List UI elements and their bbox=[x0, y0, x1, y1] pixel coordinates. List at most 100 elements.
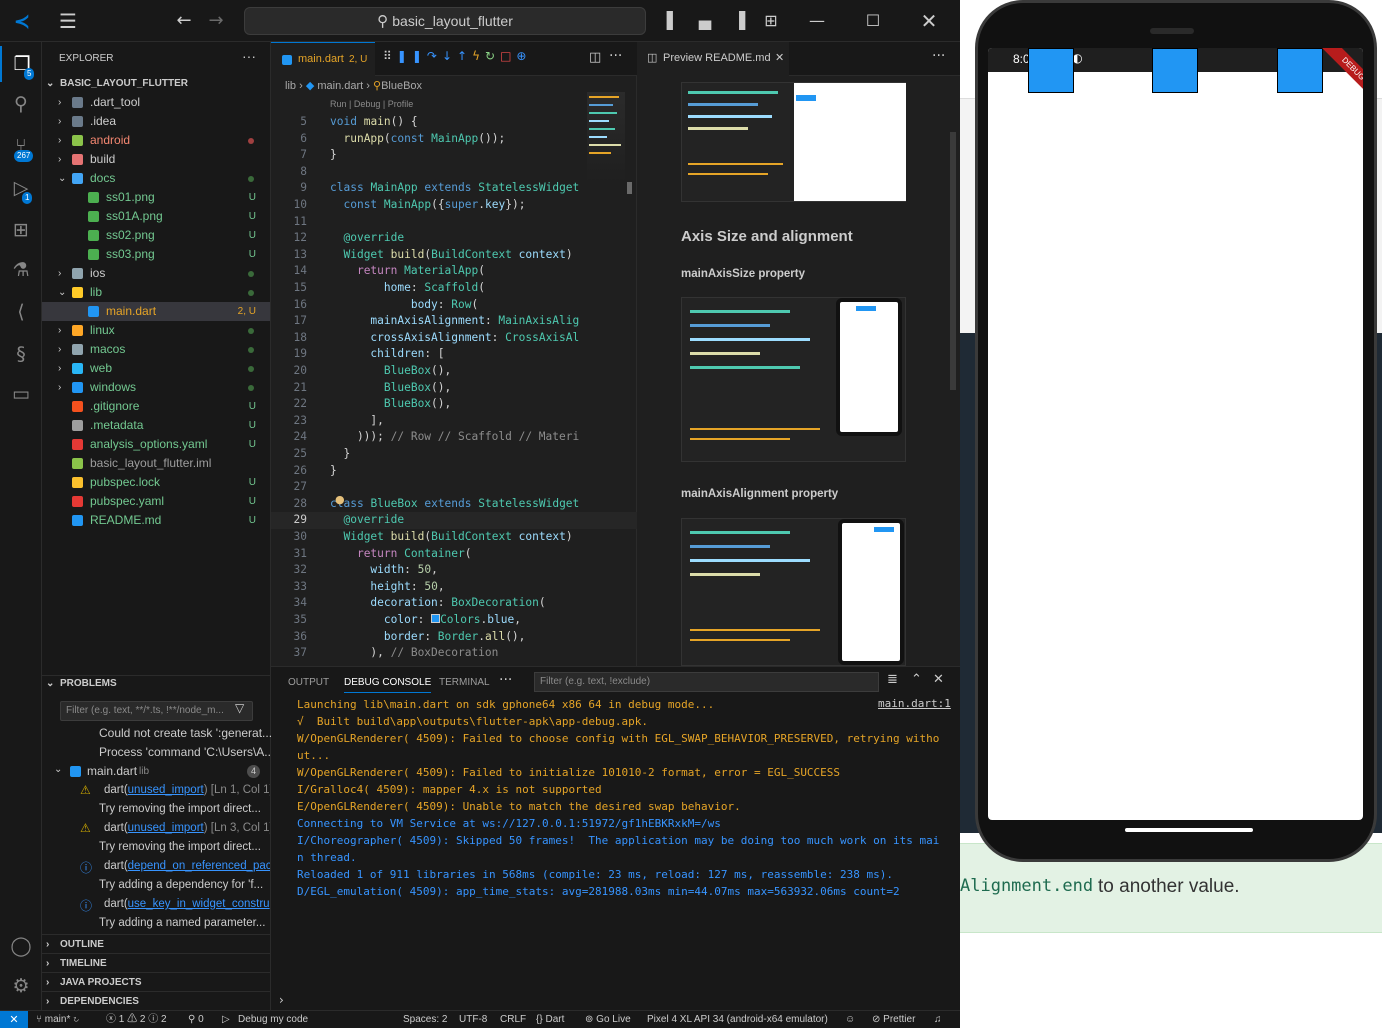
forward-icon[interactable]: → bbox=[204, 0, 228, 42]
code-line[interactable]: 31 return Container( bbox=[271, 546, 637, 563]
tree-item[interactable]: ss02.png U bbox=[42, 226, 270, 245]
flutter-icon[interactable]: ⟨ bbox=[0, 294, 42, 330]
tree-item[interactable]: › web bbox=[42, 359, 270, 378]
problem-row[interactable]: Try adding a dependency for 'f... bbox=[42, 877, 270, 896]
code-line[interactable]: 34 decoration: BoxDecoration( bbox=[271, 595, 637, 612]
step-out-icon[interactable]: ↑ bbox=[457, 49, 472, 63]
code-line[interactable]: 26} bbox=[271, 463, 637, 480]
maximize-panel-icon[interactable]: ⌃ bbox=[911, 672, 922, 687]
tree-item[interactable]: pubspec.yaml U bbox=[42, 492, 270, 511]
console-input-chevron-icon[interactable]: › bbox=[279, 993, 284, 1007]
gesture-nav-bar[interactable] bbox=[1125, 828, 1253, 832]
tree-item[interactable]: › macos bbox=[42, 340, 270, 359]
accounts-icon[interactable]: ◯ bbox=[0, 928, 42, 964]
problem-text-2[interactable]: Process 'command 'C:\Users\A... bbox=[99, 745, 274, 759]
tree-item[interactable]: › ios bbox=[42, 264, 270, 283]
close-panel-icon[interactable]: ✕ bbox=[933, 672, 944, 687]
tree-item[interactable]: .metadata U bbox=[42, 416, 270, 435]
tree-item[interactable]: pubspec.lock U bbox=[42, 473, 270, 492]
editor-more-icon[interactable]: ··· bbox=[609, 48, 622, 64]
problem-row[interactable]: Try removing the import direct... bbox=[42, 839, 270, 858]
copilot-icon[interactable]: ☺ bbox=[845, 1011, 855, 1028]
inspect-icon[interactable]: ⊕ bbox=[516, 49, 531, 63]
split-editor-icon[interactable]: ◫ bbox=[589, 50, 601, 65]
command-center-search[interactable]: ⚲ basic_layout_flutter bbox=[244, 7, 646, 35]
console-source-link[interactable]: main.dart:1 bbox=[878, 697, 951, 710]
code-line[interactable]: 27 bbox=[271, 479, 637, 496]
python-icon[interactable]: § bbox=[0, 336, 42, 372]
tab-main-dart[interactable]: main.dart 2, U bbox=[271, 42, 375, 76]
tree-item[interactable]: › .idea bbox=[42, 112, 270, 131]
close-tab-icon[interactable]: ✕ bbox=[775, 51, 784, 64]
tree-item[interactable]: .gitignore U bbox=[42, 397, 270, 416]
preview-more-icon[interactable]: ··· bbox=[932, 48, 945, 64]
language-status[interactable]: {} Dart bbox=[536, 1011, 564, 1028]
code-line[interactable]: 19 children: [ bbox=[271, 346, 637, 363]
problem-code-link[interactable]: unused_import bbox=[128, 784, 204, 796]
problem-code-link[interactable]: depend_on_referenced_pac bbox=[128, 860, 270, 872]
console-filter-input[interactable]: Filter (e.g. text, !exclude) bbox=[534, 672, 879, 692]
problem-row[interactable]: ⓘ dart(depend_on_referenced_pac bbox=[42, 858, 270, 877]
code-line[interactable]: 23 ], bbox=[271, 413, 637, 430]
tree-item[interactable]: › .dart_tool bbox=[42, 93, 270, 112]
manage-gear-icon[interactable]: ⚙ bbox=[0, 968, 42, 1004]
problems-status[interactable]: ⓧ 1 ⚠ 2 ⓘ 2 bbox=[106, 1011, 167, 1028]
tree-item[interactable]: › build bbox=[42, 150, 270, 169]
tree-item[interactable]: ss01A.png U bbox=[42, 207, 270, 226]
problem-code-link[interactable]: use_key_in_widget_constru bbox=[128, 898, 270, 910]
branch-item[interactable]: ⑂ main* ↻ bbox=[36, 1011, 79, 1028]
codelens-run-debug[interactable]: Run | Debug | Profile bbox=[330, 99, 413, 109]
code-line[interactable]: 16 body: Row( bbox=[271, 297, 637, 314]
code-line[interactable]: 6 runApp(const MainApp()); bbox=[271, 131, 637, 148]
minimize-icon[interactable]: — bbox=[806, 0, 828, 42]
tree-item[interactable]: main.dart 2, U bbox=[42, 302, 270, 321]
code-line[interactable]: 10 const MainApp({super.key}); bbox=[271, 197, 637, 214]
customize-layout-icon[interactable]: ⊞ bbox=[760, 0, 782, 42]
breadcrumb-lib[interactable]: lib bbox=[285, 80, 296, 92]
tab-terminal[interactable]: TERMINAL bbox=[439, 677, 490, 688]
testing-icon[interactable]: ⚗ bbox=[0, 252, 42, 288]
close-icon[interactable]: ✕ bbox=[918, 0, 940, 42]
tree-item[interactable]: ss03.png U bbox=[42, 245, 270, 264]
preview-scrollbar[interactable] bbox=[950, 132, 956, 390]
tree-item[interactable]: › android bbox=[42, 131, 270, 150]
editor-scrollbar[interactable] bbox=[627, 182, 632, 194]
panel-more-icon[interactable]: ··· bbox=[499, 672, 512, 688]
tree-item[interactable]: basic_layout_flutter.iml bbox=[42, 454, 270, 473]
tree-item[interactable]: analysis_options.yaml U bbox=[42, 435, 270, 454]
notifications-bell-icon[interactable]: ♫ bbox=[934, 1011, 942, 1028]
code-line[interactable]: 20 BlueBox(), bbox=[271, 363, 637, 380]
eol-status[interactable]: CRLF bbox=[500, 1011, 526, 1028]
problem-row[interactable]: Try removing the import direct... bbox=[42, 801, 270, 820]
ports-status[interactable]: ⚲ 0 bbox=[188, 1011, 204, 1028]
code-line[interactable]: 9 class MainApp extends StatelessWidget bbox=[271, 180, 637, 197]
run-debug-icon[interactable]: ▷ 1 bbox=[0, 170, 42, 206]
problem-text-1[interactable]: Could not create task ':generat... bbox=[99, 726, 272, 740]
tab-debug-console[interactable]: DEBUG CONSOLE bbox=[344, 677, 432, 693]
maximize-icon[interactable]: ☐ bbox=[862, 0, 884, 42]
search-icon[interactable]: ⚲ bbox=[0, 86, 42, 122]
encoding-status[interactable]: UTF-8 bbox=[459, 1011, 487, 1028]
problem-file-row[interactable]: ⌄ main.dart lib 4 bbox=[42, 762, 270, 781]
toggle-secondary-sidebar-icon[interactable]: ▐ bbox=[728, 0, 750, 42]
toggle-panel-icon[interactable]: ▄ bbox=[694, 0, 716, 42]
remote-indicator-icon[interactable]: ✕ bbox=[0, 1011, 28, 1028]
section-outline[interactable]: › OUTLINE bbox=[42, 934, 271, 953]
problem-row[interactable]: ⚠ dart(unused_import) [Ln 1, Col 1] bbox=[42, 782, 270, 801]
explorer-root-header[interactable]: ⌄ BASIC_LAYOUT_FLUTTER bbox=[42, 74, 271, 93]
code-line[interactable]: 33 height: 50, bbox=[271, 579, 637, 596]
tab-preview-readme[interactable]: ◫ Preview README.md ✕ bbox=[637, 42, 789, 76]
code-line[interactable]: 15 home: Scaffold( bbox=[271, 280, 637, 297]
tree-item[interactable]: › linux bbox=[42, 321, 270, 340]
tab-output[interactable]: OUTPUT bbox=[288, 677, 329, 688]
remote-explorer-icon[interactable]: ▭ bbox=[0, 376, 42, 412]
problem-row[interactable]: ⚠ dart(unused_import) [Ln 3, Col 1] bbox=[42, 820, 270, 839]
breadcrumb-symbol[interactable]: BlueBox bbox=[381, 80, 422, 92]
problem-row[interactable]: ⓘ dart(use_key_in_widget_constru bbox=[42, 896, 270, 915]
section-timeline[interactable]: › TIMELINE bbox=[42, 953, 271, 972]
pause-icon[interactable]: ❚❚ bbox=[397, 49, 427, 63]
code-line[interactable]: 17 mainAxisAlignment: MainAxisAlignment bbox=[271, 313, 637, 330]
clear-console-icon[interactable]: ≣ bbox=[887, 672, 898, 687]
indent-status[interactable]: Spaces: 2 bbox=[403, 1011, 447, 1028]
drag-handle-icon[interactable]: ⠿ bbox=[383, 49, 397, 63]
